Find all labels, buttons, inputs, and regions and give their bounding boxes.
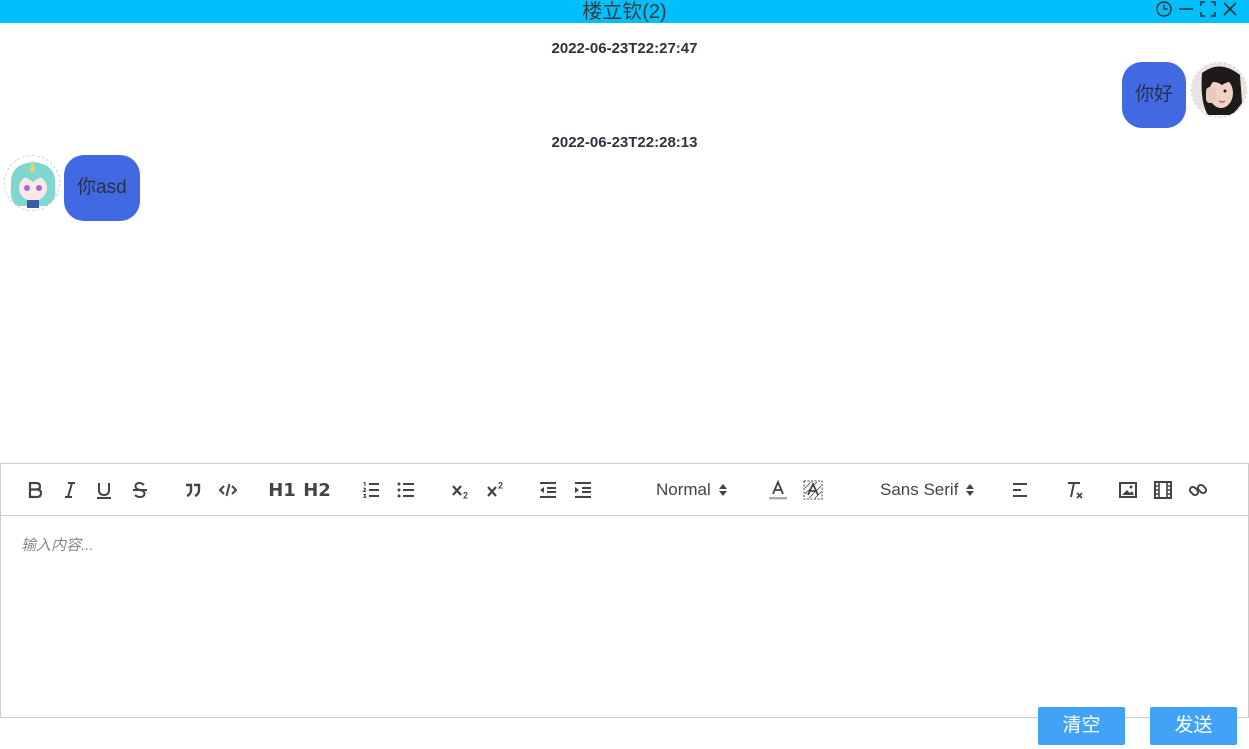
outdent-icon[interactable]: [536, 478, 560, 502]
message-bubble-received: 你asd: [64, 155, 140, 221]
clear-format-icon[interactable]: [1063, 478, 1087, 502]
background-color-icon[interactable]: [801, 478, 825, 502]
chevron-updown-icon: [966, 484, 975, 496]
strikethrough-icon[interactable]: [128, 478, 152, 502]
header2-label: H2: [303, 479, 331, 501]
message-bubble-sent: 你好: [1121, 62, 1186, 128]
clear-button[interactable]: 清空: [1038, 707, 1125, 745]
editor-toolbar: H1 H2 Normal Sans Serif: [1, 464, 1248, 516]
title-bar: 楼立钦(2): [0, 0, 1249, 23]
my-avatar[interactable]: [1191, 62, 1247, 118]
image-icon[interactable]: [1116, 478, 1140, 502]
code-block-icon[interactable]: [216, 478, 240, 502]
header1-button[interactable]: H1: [268, 478, 296, 502]
text-color-icon[interactable]: [766, 478, 790, 502]
bullet-list-icon[interactable]: [394, 478, 418, 502]
size-picker-label: Normal: [656, 480, 711, 499]
history-icon[interactable]: [1155, 0, 1173, 18]
video-icon[interactable]: [1151, 478, 1175, 502]
maximize-icon[interactable]: [1199, 0, 1217, 18]
message-input[interactable]: 输入内容...: [1, 516, 1248, 716]
chevron-updown-icon: [718, 484, 727, 496]
size-picker[interactable]: Normal: [656, 478, 727, 502]
minimize-icon[interactable]: [1177, 0, 1195, 18]
close-icon[interactable]: [1221, 0, 1239, 18]
message-timestamp: 2022-06-23T22:27:47: [551, 40, 698, 57]
blockquote-icon[interactable]: [181, 478, 205, 502]
send-button[interactable]: 发送: [1150, 707, 1237, 745]
font-picker-label: Sans Serif: [880, 480, 959, 499]
link-icon[interactable]: [1186, 478, 1210, 502]
underline-icon[interactable]: [92, 478, 116, 502]
message-timestamp: 2022-06-23T22:28:13: [551, 134, 698, 151]
align-icon[interactable]: [1009, 478, 1033, 502]
ordered-list-icon[interactable]: [359, 478, 383, 502]
message-editor: H1 H2 Normal Sans Serif 输入内容...: [0, 463, 1249, 718]
contact-avatar[interactable]: [4, 155, 60, 211]
window-controls: [1155, 0, 1239, 18]
subscript-icon[interactable]: [448, 478, 472, 502]
font-picker[interactable]: Sans Serif: [880, 478, 975, 502]
header2-button[interactable]: H2: [303, 478, 331, 502]
chat-history[interactable]: 2022-06-23T22:27:47 你好 2022-06-23T22:28:…: [0, 23, 1249, 463]
superscript-icon[interactable]: [483, 478, 507, 502]
italic-icon[interactable]: [58, 478, 82, 502]
bold-icon[interactable]: [23, 478, 47, 502]
header1-label: H1: [268, 479, 296, 501]
message-input-placeholder: 输入内容...: [21, 537, 94, 554]
indent-icon[interactable]: [571, 478, 595, 502]
window-title: 楼立钦(2): [582, 1, 667, 23]
